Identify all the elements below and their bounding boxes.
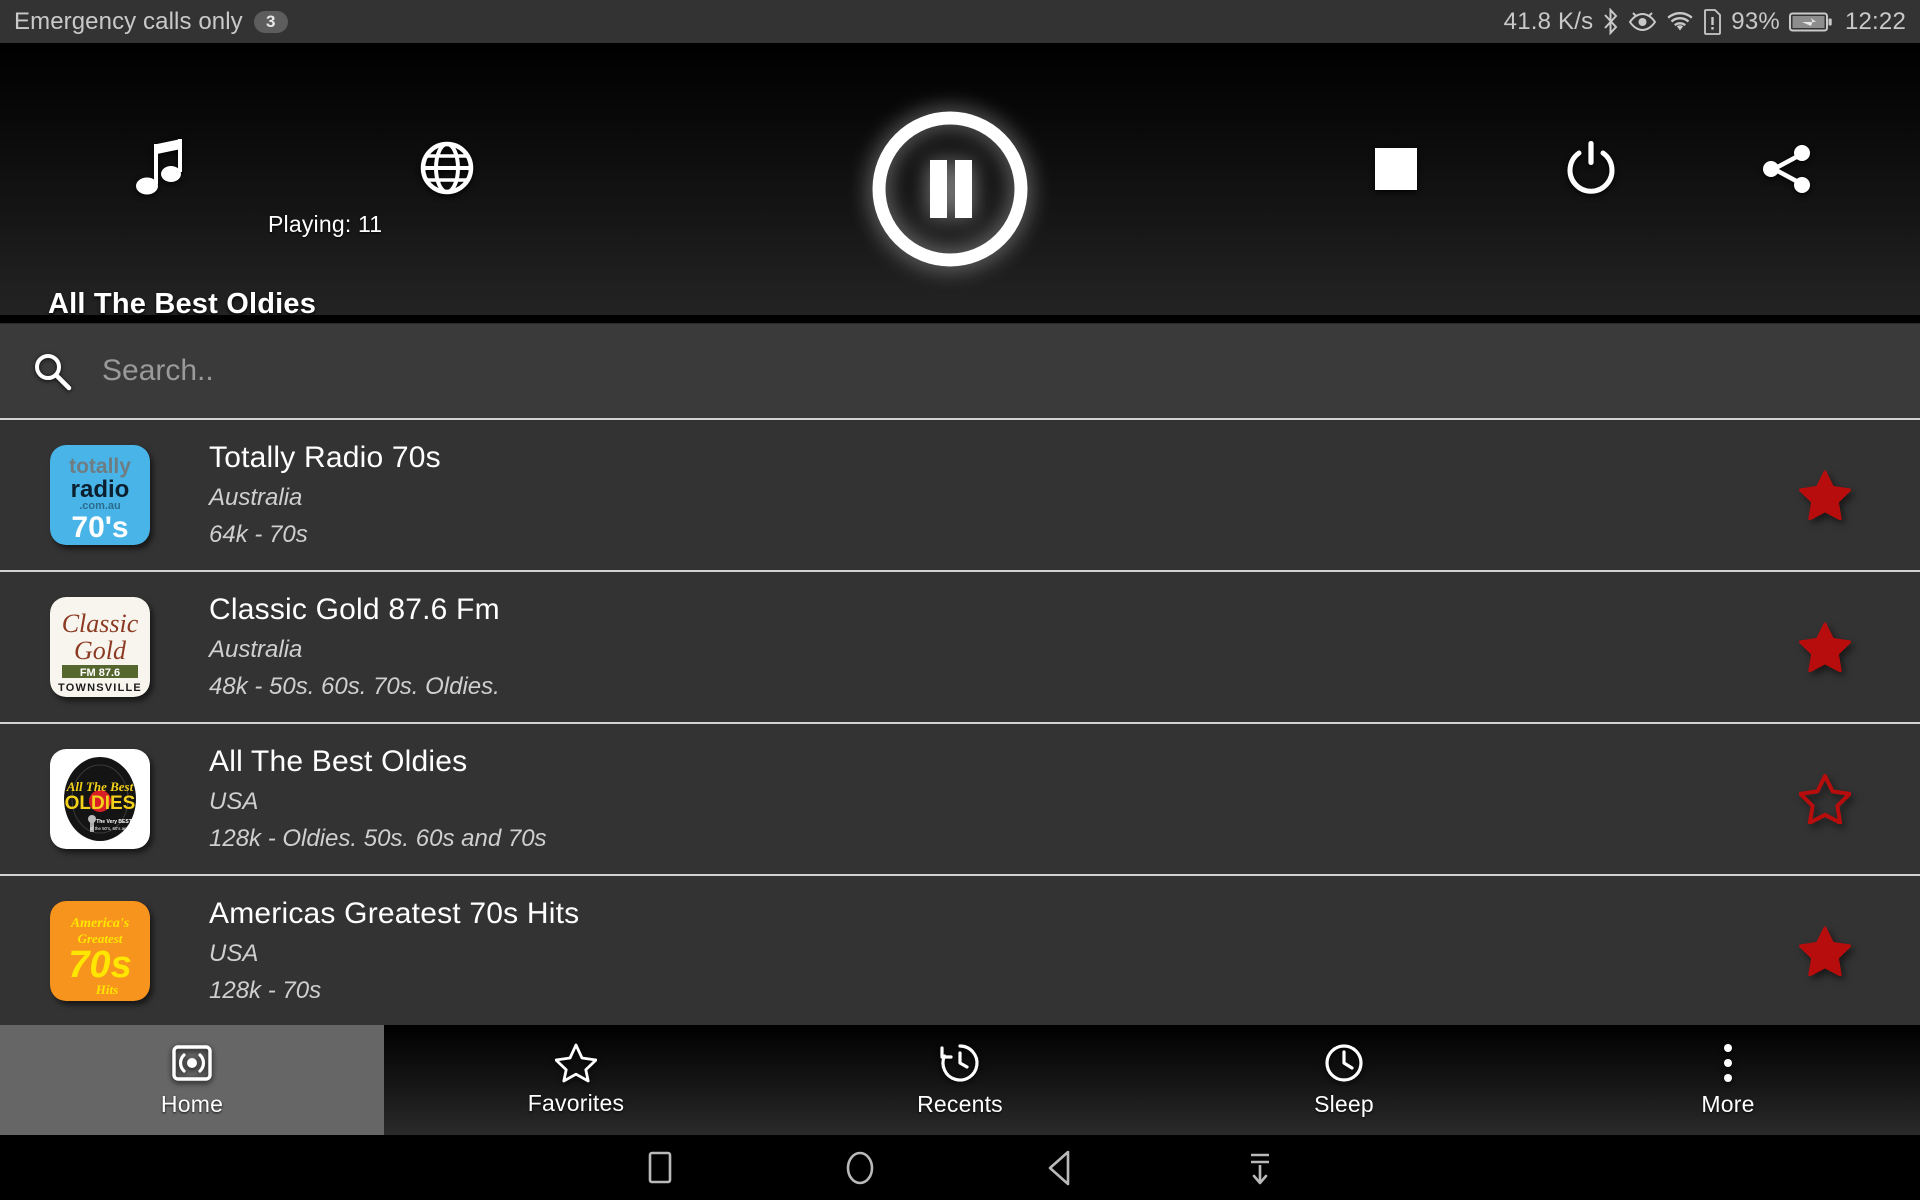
station-info: Totally Radio 70s Australia 64k - 70s <box>200 441 1730 549</box>
table-row[interactable]: Classic Gold FM 87.6 TOWNSVILLE Classic … <box>0 570 1920 722</box>
tab-sleep-label: Sleep <box>1314 1091 1374 1117</box>
svg-text:70's: 70's <box>71 511 128 544</box>
tab-favorites-label: Favorites <box>527 1090 625 1116</box>
table-row[interactable]: America's Greatest 70s Hits Americas Gre… <box>0 874 1920 1025</box>
search-bar[interactable] <box>0 323 1920 418</box>
americas-greatest-70s-hits-logo: America's Greatest 70s Hits <box>50 901 150 1001</box>
station-name: Americas Greatest 70s Hits <box>209 897 580 930</box>
clock-icon <box>1323 1042 1365 1084</box>
share-icon[interactable] <box>1760 143 1814 195</box>
station-meta: 64k - 70s <box>209 521 308 548</box>
tab-home[interactable]: Home <box>0 1025 384 1135</box>
svg-text:TOWNSVILLE: TOWNSVILLE <box>58 682 142 694</box>
classic-gold-logo: Classic Gold FM 87.6 TOWNSVILLE <box>50 597 150 697</box>
globe-icon[interactable] <box>420 141 474 195</box>
svg-text:radio: radio <box>71 476 130 503</box>
battery-charging-icon <box>1788 10 1833 34</box>
back-triangle-icon[interactable] <box>960 1147 1160 1189</box>
android-navigation-bar <box>0 1135 1920 1200</box>
station-meta: 48k - 50s. 60s. 70s. Oldies. <box>209 673 500 700</box>
sim-alert-icon <box>1703 8 1722 35</box>
now-playing-title: All The Best Oldies <box>48 288 317 320</box>
radio-app-screen: Emergency calls only 3 41.8 K/s 93% 12:2… <box>0 0 1920 1200</box>
tab-recents-label: Recents <box>917 1091 1003 1117</box>
music-note-icon[interactable] <box>135 138 187 200</box>
station-logo-cell: All The Best OLDIES The Very BEST of the… <box>0 749 200 849</box>
status-bar-right: 41.8 K/s 93% 12:22 <box>1504 8 1906 36</box>
station-info: All The Best Oldies USA 128k - Oldies. 5… <box>200 745 1730 853</box>
tab-more-label: More <box>1701 1091 1755 1117</box>
station-name: Totally Radio 70s <box>209 441 441 474</box>
station-name: Classic Gold 87.6 Fm <box>209 593 500 626</box>
svg-text:The Very BEST: The Very BEST <box>96 819 132 825</box>
broadcast-icon <box>171 1042 213 1084</box>
stop-square-icon[interactable] <box>1375 148 1417 190</box>
station-country: USA <box>209 940 259 967</box>
svg-text:of the 50's, 60's and 70's: of the 50's, 60's and 70's <box>90 826 139 831</box>
tab-more[interactable]: More <box>1536 1025 1920 1135</box>
search-icon <box>27 351 77 391</box>
svg-text:Classic: Classic <box>62 609 139 638</box>
notification-count-badge: 3 <box>253 10 288 33</box>
tab-favorites[interactable]: Favorites <box>384 1025 768 1135</box>
hide-keyboard-icon[interactable] <box>1160 1147 1360 1189</box>
svg-text:totally: totally <box>69 455 131 478</box>
clock-label: 12:22 <box>1844 7 1906 35</box>
svg-text:FM 87.6: FM 87.6 <box>80 667 120 679</box>
history-icon <box>939 1042 981 1084</box>
svg-text:Gold: Gold <box>74 636 127 665</box>
play-pause-button[interactable] <box>867 106 1033 272</box>
favorite-star-outline[interactable] <box>1730 774 1920 824</box>
station-logo-cell: America's Greatest 70s Hits <box>0 901 200 1001</box>
network-speed-label: 41.8 K/s <box>1503 7 1594 35</box>
more-vertical-icon <box>1720 1042 1736 1084</box>
station-country: Australia <box>209 636 303 663</box>
wifi-icon <box>1666 10 1694 34</box>
station-country: USA <box>209 788 259 815</box>
station-name: All The Best Oldies <box>209 745 468 778</box>
station-info: Classic Gold 87.6 Fm Australia 48k - 50s… <box>200 593 1730 701</box>
carrier-label: Emergency calls only <box>14 7 243 35</box>
search-input[interactable] <box>102 354 1920 388</box>
station-country: Australia <box>209 484 303 511</box>
player-header: Playing: 11 All The Best Oldies <box>0 43 1920 320</box>
svg-text:All The Best: All The Best <box>66 779 134 794</box>
station-list[interactable]: totally radio .com.au 70's Totally Radio… <box>0 418 1920 1025</box>
all-the-best-oldies-logo: All The Best OLDIES The Very BEST of the… <box>50 749 150 849</box>
power-icon[interactable] <box>1565 141 1617 195</box>
recents-square-icon[interactable] <box>560 1148 760 1188</box>
tab-home-label: Home <box>160 1091 224 1117</box>
eye-icon <box>1628 10 1657 34</box>
android-status-bar: Emergency calls only 3 41.8 K/s 93% 12:2… <box>0 0 1920 43</box>
totally-radio-70s-logo: totally radio .com.au 70's <box>50 445 150 545</box>
svg-text:Hits: Hits <box>95 982 118 997</box>
station-logo-cell: Classic Gold FM 87.6 TOWNSVILLE <box>0 597 200 697</box>
station-logo-cell: totally radio .com.au 70's <box>0 445 200 545</box>
favorite-star-filled[interactable] <box>1730 470 1920 520</box>
playing-count-label: Playing: 11 <box>268 211 383 237</box>
tab-recents[interactable]: Recents <box>768 1025 1152 1135</box>
battery-percent-label: 93% <box>1731 7 1780 35</box>
station-info: Americas Greatest 70s Hits USA 128k - 70… <box>200 897 1730 1005</box>
home-circle-icon[interactable] <box>760 1147 960 1189</box>
bottom-navigation: Home Favorites Recents Sleep More <box>0 1025 1920 1135</box>
station-meta: 128k - 70s <box>209 977 322 1004</box>
favorite-star-filled[interactable] <box>1730 926 1920 976</box>
tab-sleep[interactable]: Sleep <box>1152 1025 1536 1135</box>
table-row[interactable]: totally radio .com.au 70's Totally Radio… <box>0 418 1920 570</box>
bluetooth-icon <box>1602 8 1619 35</box>
svg-text:America's: America's <box>70 916 130 931</box>
station-meta: 128k - Oldies. 50s. 60s and 70s <box>209 825 547 852</box>
svg-text:OLDIES: OLDIES <box>65 793 136 814</box>
favorite-star-filled[interactable] <box>1730 622 1920 672</box>
star-outline-icon <box>555 1043 597 1083</box>
svg-text:70s: 70s <box>68 944 131 986</box>
table-row[interactable]: All The Best OLDIES The Very BEST of the… <box>0 722 1920 874</box>
status-bar-left: Emergency calls only 3 <box>14 8 288 36</box>
